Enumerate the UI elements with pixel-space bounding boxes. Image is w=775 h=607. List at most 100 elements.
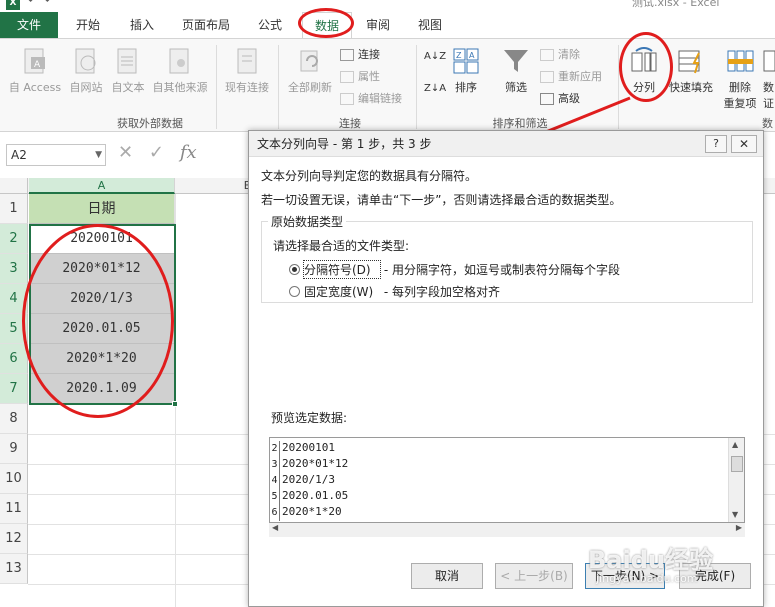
existing-connections-button[interactable]: 现有连接 [220,47,274,95]
data-validation-label-1: 数 [763,81,774,94]
properties-button[interactable]: 属性 [340,67,380,87]
group-label-external: 获取外部数据 [117,117,183,130]
access-icon: A [24,48,45,74]
from-other-sources-button[interactable]: 自其他来源 [148,47,212,95]
filter-label: 筛选 [505,81,527,94]
edit-links-button[interactable]: 编辑链接 [340,89,402,109]
sort-az-button[interactable]: A↓Z [424,47,446,67]
cancel-button[interactable]: 取消 [411,563,483,589]
scroll-up-icon[interactable]: ▲ [732,440,738,449]
filter-button[interactable]: 筛选 [496,47,536,95]
row-header-7[interactable]: 7 [0,374,28,404]
column-header-a[interactable]: A [29,178,175,194]
delimited-option[interactable]: 分隔符号(D) - 用分隔字符，如逗号或制表符分隔每个字段 [289,260,620,279]
scroll-thumb[interactable] [731,456,743,472]
delimited-label: 分隔符号(D) [303,260,381,279]
name-box[interactable]: A2 ▼ [6,144,106,166]
preview-row: 4 2020/1/3 [270,472,730,489]
remove-duplicates-label-1: 删除 [729,81,751,94]
text-to-columns-button[interactable]: 分列 [626,47,662,95]
preview-row-number: 5 [270,489,280,505]
preview-row-number: 2 [270,441,280,457]
row-header-11[interactable]: 11 [0,494,28,524]
close-button[interactable]: ✕ [731,135,757,153]
row-header-10[interactable]: 10 [0,464,28,494]
chevron-down-icon[interactable]: ▼ [95,145,102,165]
scroll-right-icon[interactable]: ▶ [736,523,742,532]
flash-fill-label: 快速填充 [669,81,713,94]
clear-filter-icon [540,49,554,61]
undo-icon[interactable]: ↶ ↷ [28,0,50,7]
delimited-description: - 用分隔字符，如逗号或制表符分隔每个字段 [383,263,620,277]
row-header-2[interactable]: 2 [0,224,28,254]
cell-a1-header[interactable]: 日期 [29,194,175,224]
reapply-label: 重新应用 [558,70,602,83]
flash-fill-button[interactable]: 快速填充 [666,47,716,95]
dialog-title: 文本分列向导 - 第 1 步，共 3 步 [249,131,763,157]
fixed-width-option[interactable]: 固定宽度(W) - 每列字段加空格对齐 [289,283,500,300]
reapply-button[interactable]: 重新应用 [540,67,602,87]
preview-row: 3 2020*01*12 [270,456,730,473]
tab-review[interactable]: 审阅 [366,12,390,38]
preview-vertical-scrollbar[interactable]: ▲ ▼ [728,438,744,522]
connections-button[interactable]: 连接 [340,45,380,65]
preview-horizontal-scrollbar[interactable]: ◀ ▶ [269,523,745,537]
from-text-label: 自文本 [111,81,145,94]
cell-a3[interactable]: 2020*01*12 [29,254,175,284]
row-header-4[interactable]: 4 [0,284,28,314]
back-button[interactable]: < 上一步(B) [495,563,573,589]
clear-button[interactable]: 清除 [540,45,580,65]
cell-a4[interactable]: 2020/1/3 [29,284,175,314]
preview-row-text: 2020/1/3 [282,473,335,486]
row-header-12[interactable]: 12 [0,524,28,554]
web-icon [75,48,96,74]
row-header-3[interactable]: 3 [0,254,28,284]
tab-view[interactable]: 视图 [418,12,442,38]
flash-fill-icon [678,50,700,74]
cancel-entry-icon[interactable]: ✕ [118,142,133,163]
radio-unselected-icon[interactable] [289,286,300,297]
tab-formulas[interactable]: 公式 [258,12,282,38]
tab-insert[interactable]: 插入 [130,12,154,38]
reapply-icon [540,71,554,83]
row-header-9[interactable]: 9 [0,434,28,464]
help-button[interactable]: ? [705,135,727,153]
filter-icon [504,50,528,72]
cell-a6[interactable]: 2020*1*20 [29,344,175,374]
row-header-1[interactable]: 1 [0,194,28,224]
cell-a7[interactable]: 2020.1.09 [29,374,175,404]
tab-page-layout[interactable]: 页面布局 [182,12,230,38]
scroll-down-icon[interactable]: ▼ [732,510,738,519]
advanced-button[interactable]: 高级 [540,89,580,109]
cell-a5[interactable]: 2020.01.05 [29,314,175,344]
tab-file[interactable]: 文件 [0,12,58,38]
from-other-label: 自其他来源 [152,81,208,94]
row-header-8[interactable]: 8 [0,404,28,434]
from-text-button[interactable]: 自文本 [106,47,150,95]
remove-duplicates-button[interactable]: 删除 重复项 [720,47,760,111]
remove-duplicates-icon [727,50,754,72]
confirm-entry-icon[interactable]: ✓ [149,142,164,163]
refresh-all-button[interactable]: 全部刷新 [282,47,338,95]
tab-home[interactable]: 开始 [76,12,100,38]
select-all-corner[interactable] [0,178,28,194]
sort-za-button[interactable]: Z↓A [424,79,446,99]
preview-row: 5 2020.01.05 [270,488,730,505]
from-access-button[interactable]: A 自 Access [4,47,66,95]
fill-handle[interactable] [172,401,178,407]
data-validation-label-2: 证 [763,97,774,110]
from-web-button[interactable]: 自网站 [64,47,108,95]
tab-data[interactable]: 数据 [302,12,352,38]
scroll-left-icon[interactable]: ◀ [272,523,278,532]
sort-button[interactable]: ZA 排序 [448,47,484,95]
preview-pane[interactable]: 2 20200101 3 2020*01*12 4 2020/1/3 5 2020.01… [269,437,745,523]
row-header-13[interactable]: 13 [0,554,28,584]
baidu-watermark: Baidu经验 [588,546,713,574]
preview-row: 6 2020*1*20 [270,504,730,521]
row-header-5[interactable]: 5 [0,314,28,344]
radio-selected-icon[interactable] [289,264,300,275]
cell-a2[interactable]: 20200101 [29,224,175,254]
insert-function-icon[interactable]: fx [180,142,197,163]
data-validation-button[interactable]: 数 证 [762,47,775,111]
row-header-6[interactable]: 6 [0,344,28,374]
